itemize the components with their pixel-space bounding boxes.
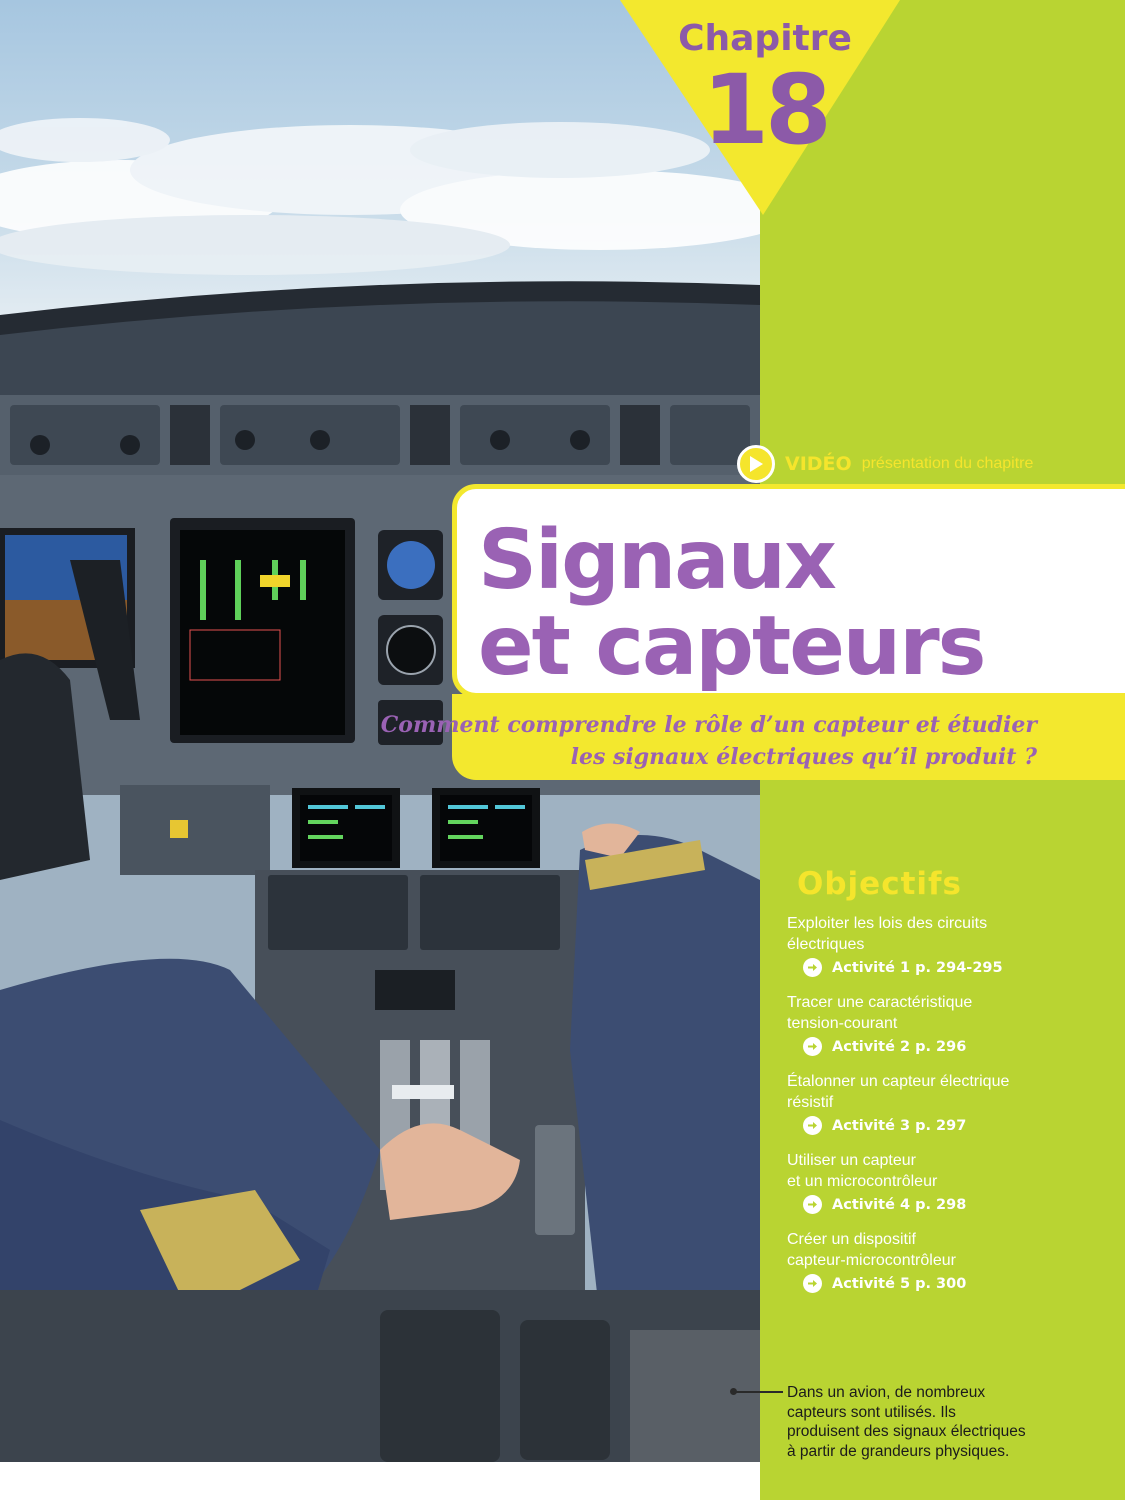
arrow-right-icon bbox=[803, 1195, 822, 1214]
arrow-right-icon bbox=[803, 958, 822, 977]
chapter-label: Chapitre bbox=[678, 18, 852, 59]
objective-item: Créer un dispositif capteur-microcontrôl… bbox=[787, 1229, 1087, 1293]
objective-text: Utiliser un capteur bbox=[787, 1152, 916, 1169]
objective-item: Étalonner un capteur électrique résistif… bbox=[787, 1071, 1087, 1135]
objective-text: résistif bbox=[787, 1094, 834, 1111]
arrow-right-icon bbox=[803, 1116, 822, 1135]
objective-text: et un microcontrôleur bbox=[787, 1173, 938, 1190]
chapter-title-line1: Signaux bbox=[478, 513, 837, 608]
objective-text: Créer un dispositif bbox=[787, 1231, 916, 1248]
caption-line: Dans un avion, de nombreux bbox=[787, 1384, 986, 1401]
video-label: VIDÉO bbox=[785, 453, 852, 475]
caption-line: produisent des signaux électriques bbox=[787, 1423, 1026, 1440]
play-icon[interactable] bbox=[737, 445, 775, 483]
caption-line: capteurs sont utilisés. Ils bbox=[787, 1403, 956, 1421]
objective-item: Tracer une caractéristique tension-coura… bbox=[787, 992, 1087, 1056]
question-line2: les signaux électriques qu’il produit ? bbox=[570, 744, 1037, 770]
clouds bbox=[0, 118, 760, 275]
chapter-title-line2: et capteurs bbox=[478, 599, 986, 694]
activity-label: Activité 3 p. 297 bbox=[832, 1117, 967, 1134]
video-link[interactable]: VIDÉO présentation du chapitre bbox=[737, 442, 1033, 486]
caption-leader-dot bbox=[730, 1388, 737, 1395]
objectives-heading: Objectifs bbox=[797, 866, 962, 902]
activity-link[interactable]: Activité 2 p. 296 bbox=[803, 1037, 1087, 1056]
chapter-number: 18 bbox=[702, 54, 832, 166]
objective-text: Exploiter les lois des circuits bbox=[787, 915, 988, 932]
caption-leader-line bbox=[733, 1391, 783, 1393]
objective-text: tension-courant bbox=[787, 1015, 898, 1032]
objective-item: Exploiter les lois des circuits électriq… bbox=[787, 913, 1087, 977]
objective-text: Étalonner un capteur électrique bbox=[787, 1073, 1010, 1090]
arrow-right-icon bbox=[803, 1274, 822, 1293]
activity-label: Activité 5 p. 300 bbox=[832, 1275, 967, 1292]
objective-item: Utiliser un capteur et un microcontrôleu… bbox=[787, 1150, 1087, 1214]
question-line1: Comment comprendre le rôle d’un capteur … bbox=[380, 712, 1037, 738]
activity-link[interactable]: Activité 5 p. 300 bbox=[803, 1274, 1087, 1293]
activity-link[interactable]: Activité 1 p. 294-295 bbox=[803, 958, 1087, 977]
activity-label: Activité 4 p. 298 bbox=[832, 1196, 967, 1213]
activity-label: Activité 1 p. 294-295 bbox=[832, 959, 1003, 976]
objectives-list: Exploiter les lois des circuits électriq… bbox=[787, 913, 1087, 1308]
video-description: présentation du chapitre bbox=[861, 455, 1034, 472]
photo-caption: Dans un avion, de nombreux capteurs sont… bbox=[787, 1383, 1087, 1461]
activity-link[interactable]: Activité 3 p. 297 bbox=[803, 1116, 1087, 1135]
objective-text: capteur-microcontrôleur bbox=[787, 1252, 956, 1269]
arrow-right-icon bbox=[803, 1037, 822, 1056]
objective-text: Tracer une caractéristique bbox=[787, 994, 973, 1011]
activity-label: Activité 2 p. 296 bbox=[832, 1038, 967, 1055]
caption-line: à partir de grandeurs physiques. bbox=[787, 1442, 1010, 1460]
activity-link[interactable]: Activité 4 p. 298 bbox=[803, 1195, 1087, 1214]
bottom-margin bbox=[0, 1462, 760, 1500]
objective-text: électriques bbox=[787, 936, 865, 953]
